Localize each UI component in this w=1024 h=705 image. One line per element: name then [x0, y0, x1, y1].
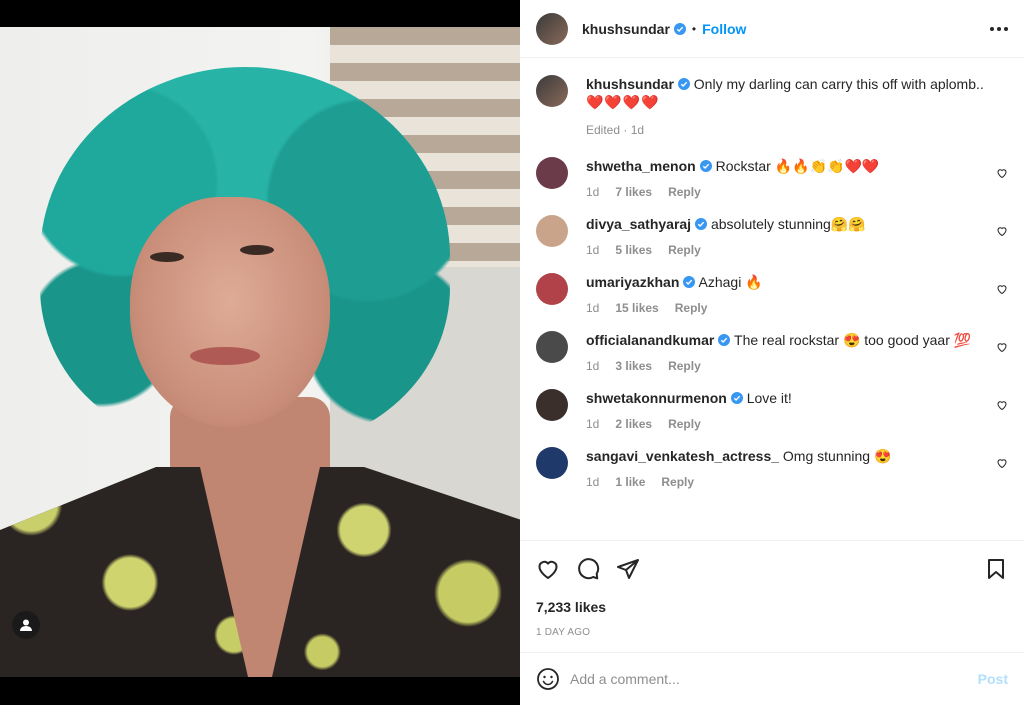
like-heart-icon[interactable] — [536, 557, 560, 581]
verified-badge-icon — [718, 334, 731, 346]
reply-button[interactable]: Reply — [668, 183, 701, 201]
comment-username[interactable]: shwetha_menon — [586, 158, 696, 174]
add-comment-bar: Post — [520, 652, 1024, 705]
comments-list[interactable]: khushsundar Only my darling can carry th… — [520, 59, 1024, 539]
reply-button[interactable]: Reply — [668, 415, 701, 433]
verified-badge-icon — [677, 78, 690, 90]
commenter-avatar[interactable] — [536, 215, 568, 247]
comment-text: Love it! — [746, 390, 792, 406]
like-comment-heart-icon[interactable] — [996, 225, 1008, 237]
commenter-avatar[interactable] — [536, 273, 568, 305]
caption: khushsundar Only my darling can carry th… — [536, 75, 1008, 139]
comment-username[interactable]: divya_sathyaraj — [586, 216, 691, 232]
comment-time: 1d — [586, 301, 600, 315]
comment-likes[interactable]: 2 likes — [615, 415, 652, 433]
post-timestamp: 1 DAY AGO — [536, 627, 591, 638]
caption-text: Only my darling can carry this off with … — [693, 76, 984, 92]
post-actions: 7,233 likes 1 DAY AGO — [520, 540, 1024, 638]
commenter-avatar[interactable] — [536, 331, 568, 363]
comment-time: 1d — [586, 359, 600, 373]
caption-hearts: ❤️❤️❤️❤️ — [586, 94, 660, 110]
verified-badge-icon — [683, 276, 696, 288]
comment-text: The real rockstar 😍 too good yaar 💯 — [734, 332, 972, 348]
commenter-avatar[interactable] — [536, 389, 568, 421]
comment-time: 1d — [586, 243, 600, 257]
post-header: khushsundar • Follow — [520, 0, 1024, 58]
author-avatar[interactable] — [536, 12, 568, 45]
comment-text: Omg stunning 😍 — [782, 448, 892, 464]
post-comment-button[interactable]: Post — [978, 671, 1008, 687]
comment-row: umariyazkhan Azhagi 🔥 1d 15 likes Reply — [536, 273, 1008, 317]
comment-input[interactable] — [570, 671, 978, 687]
comment-time: 1d — [586, 417, 600, 431]
emoji-smiley-icon[interactable] — [536, 667, 560, 691]
comment-likes[interactable]: 15 likes — [615, 299, 658, 317]
comment-likes[interactable]: 1 like — [615, 473, 645, 491]
post-photo[interactable] — [0, 27, 520, 677]
comment-text: Rockstar 🔥🔥👏👏❤️❤️ — [715, 158, 880, 174]
photo-face — [130, 197, 330, 427]
reply-button[interactable]: Reply — [675, 299, 708, 317]
caption-username[interactable]: khushsundar — [586, 76, 674, 92]
comment-username[interactable]: umariyazkhan — [586, 274, 679, 290]
comment-row: sangavi_venkatesh_actress_ Omg stunning … — [536, 447, 1008, 491]
caption-meta: Edited · 1d — [586, 123, 645, 137]
verified-badge-icon — [673, 22, 686, 35]
comment-row: officialanandkumar The real rockstar 😍 t… — [536, 331, 1008, 375]
like-comment-heart-icon[interactable] — [996, 457, 1008, 469]
bookmark-save-icon[interactable] — [984, 557, 1008, 581]
verified-badge-icon — [695, 218, 708, 230]
comment-bubble-icon[interactable] — [576, 557, 600, 581]
comment-row: divya_sathyaraj absolutely stunning🤗🤗 1d… — [536, 215, 1008, 259]
comment-username[interactable]: sangavi_venkatesh_actress_ — [586, 448, 779, 464]
tagged-users-button[interactable] — [12, 611, 40, 639]
header-separator: • — [691, 21, 697, 36]
follow-button[interactable]: Follow — [702, 21, 746, 37]
share-send-icon[interactable] — [616, 557, 640, 581]
reply-button[interactable]: Reply — [668, 357, 701, 375]
commenter-avatar[interactable] — [536, 447, 568, 479]
comment-text: absolutely stunning🤗🤗 — [710, 216, 866, 232]
user-icon — [20, 619, 32, 631]
comment-likes[interactable]: 5 likes — [615, 241, 652, 259]
reply-button[interactable]: Reply — [668, 241, 701, 259]
likes-count[interactable]: 7,233 likes — [536, 599, 1008, 615]
comment-text: Azhagi 🔥 — [698, 274, 763, 290]
like-comment-heart-icon[interactable] — [996, 167, 1008, 179]
post-side-panel: khushsundar • Follow khushsundar Only my… — [520, 0, 1024, 705]
comment-username[interactable]: officialanandkumar — [586, 332, 714, 348]
comment-username[interactable]: shwetakonnurmenon — [586, 390, 727, 406]
comment-row: shwetha_menon Rockstar 🔥🔥👏👏❤️❤️ 1d 7 lik… — [536, 157, 1008, 201]
author-username[interactable]: khushsundar — [582, 21, 670, 37]
comment-likes[interactable]: 7 likes — [615, 183, 652, 201]
photo-eye-right — [240, 245, 274, 255]
verified-badge-icon — [699, 160, 712, 172]
like-comment-heart-icon[interactable] — [996, 283, 1008, 295]
commenter-avatar[interactable] — [536, 157, 568, 189]
photo-lips — [190, 347, 260, 365]
comment-time: 1d — [586, 185, 600, 199]
more-options-icon[interactable] — [990, 26, 1008, 31]
comment-time: 1d — [586, 475, 600, 489]
comment-likes[interactable]: 3 likes — [615, 357, 652, 375]
like-comment-heart-icon[interactable] — [996, 399, 1008, 411]
like-comment-heart-icon[interactable] — [996, 341, 1008, 353]
comment-row: shwetakonnurmenon Love it! 1d 2 likes Re… — [536, 389, 1008, 433]
caption-avatar[interactable] — [536, 75, 568, 107]
photo-eye-left — [150, 252, 184, 262]
reply-button[interactable]: Reply — [661, 473, 694, 491]
verified-badge-icon — [730, 392, 743, 404]
